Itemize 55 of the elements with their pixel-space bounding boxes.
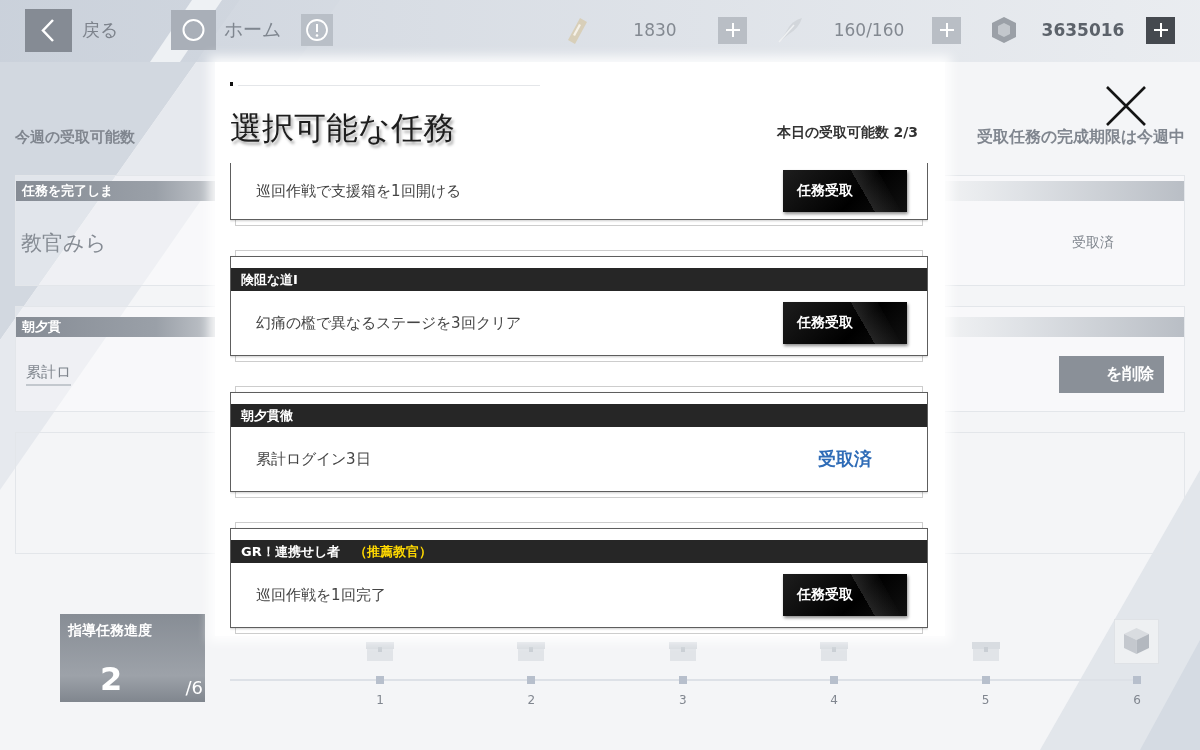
add-button[interactable] xyxy=(1146,16,1175,44)
accept-quest-button[interactable]: 任務受取 xyxy=(783,574,907,616)
resource-amount: 3635016 xyxy=(1040,20,1126,40)
chest-icon xyxy=(516,640,547,662)
progress-total: /6 xyxy=(185,677,203,698)
home-button[interactable]: ホーム xyxy=(171,10,281,50)
alert-icon[interactable] xyxy=(301,14,333,46)
plus-icon xyxy=(1153,23,1168,37)
step-marker xyxy=(1132,676,1141,684)
step-marker xyxy=(981,676,990,684)
resource-amount: 160/160 xyxy=(832,20,906,40)
quest-description: 累計ログイン3日 xyxy=(256,449,371,469)
quest-title: 朝夕貫徹 xyxy=(241,406,293,425)
step-marker xyxy=(830,676,839,684)
chevron-left-icon xyxy=(25,8,72,52)
plus-icon xyxy=(725,23,740,37)
step-number: 1 xyxy=(376,693,384,707)
chest-icon xyxy=(819,640,850,662)
quest-description: 幻痛の檻で異なるステージを3回クリア xyxy=(256,313,521,333)
progress-current: 2 xyxy=(100,660,123,698)
step-number: 5 xyxy=(981,693,990,707)
recommended-tag: （推薦教官） xyxy=(353,542,432,561)
step-marker xyxy=(376,676,384,684)
card-link[interactable]: 累計ロ xyxy=(26,362,71,386)
close-icon[interactable] xyxy=(1105,85,1147,127)
card-header-title: 任務を完了しま xyxy=(22,182,113,200)
quest-description: 巡回作戦を1回完了 xyxy=(256,585,386,605)
step-number: 4 xyxy=(830,693,838,707)
received-status: 受取済 xyxy=(1072,234,1114,252)
chest-icon xyxy=(667,640,698,662)
deadline-note: 受取任務の完成期限は今週中 xyxy=(977,126,1185,148)
card-body-text: 教官みら xyxy=(21,230,107,257)
accept-quest-button[interactable]: 任務受取 xyxy=(783,302,907,344)
quest-title: 険阻な道Ⅰ xyxy=(241,270,298,289)
quest-title: GR！連携せし者 xyxy=(241,542,340,561)
delete-button[interactable]: を削除 xyxy=(1059,355,1164,393)
card-header-title: 朝夕貫 xyxy=(22,318,61,336)
dialog-title: 選択可能な任務 xyxy=(230,108,455,149)
chest-icon xyxy=(970,640,1001,662)
step-number: 6 xyxy=(1133,693,1141,707)
resource-amount: 1830 xyxy=(632,20,678,40)
weekly-limit-label: 今週の受取可能数 xyxy=(15,127,135,147)
received-status: 受取済 xyxy=(817,447,873,471)
step-marker xyxy=(527,676,536,684)
chest-icon xyxy=(365,640,395,662)
accept-quest-button[interactable]: 任務受取 xyxy=(783,170,907,212)
quest-description: 巡回作戦で支援箱を1回開ける xyxy=(256,181,461,201)
plus-icon xyxy=(939,23,954,37)
step-number: 3 xyxy=(678,693,687,707)
step-marker xyxy=(678,676,687,684)
step-number: 2 xyxy=(527,693,536,707)
progress-title: 指導任務進度 xyxy=(66,621,153,640)
back-button[interactable]: 戻る xyxy=(25,8,118,52)
daily-limit-label: 本日の受取可能数 2/3 xyxy=(776,124,919,142)
cube-icon xyxy=(1114,619,1160,664)
